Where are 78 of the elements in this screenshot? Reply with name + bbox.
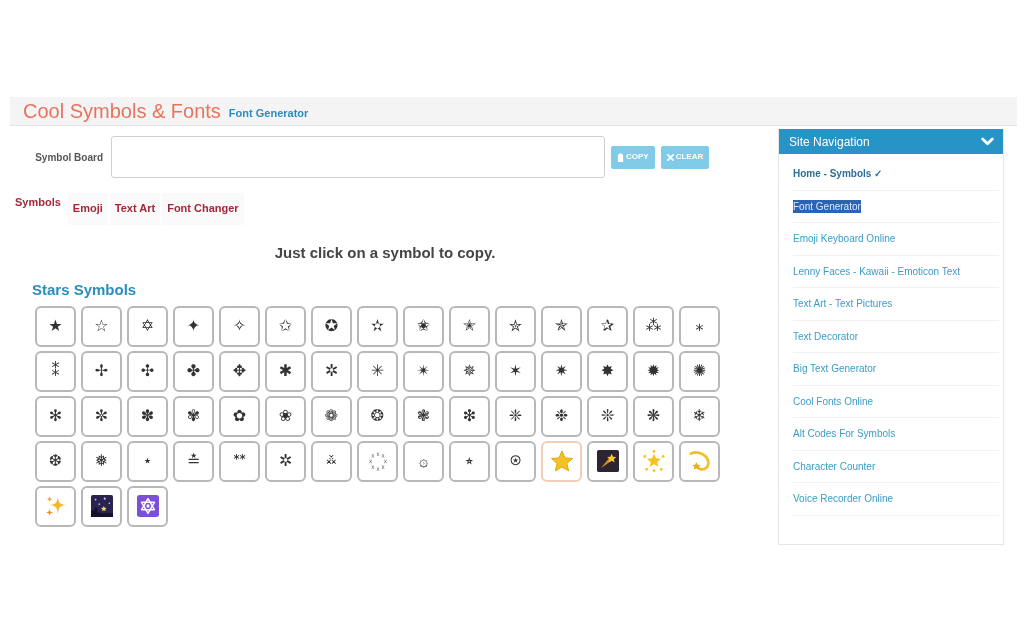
symbol-button[interactable]: ❋ <box>633 395 674 437</box>
tab[interactable]: Text Art <box>109 193 161 225</box>
symbol-button[interactable]: ✣ <box>127 350 168 392</box>
symbol-button[interactable]: ۞ <box>403 440 444 482</box>
symbol-button[interactable]: ✤ <box>173 350 214 392</box>
symbol-button[interactable]: ☆ <box>81 305 122 347</box>
symbol-button[interactable]: ✩ <box>265 305 306 347</box>
tab[interactable]: Font Changer <box>162 193 244 225</box>
clipboard-icon <box>617 152 624 162</box>
symbol-button[interactable]: ❀ <box>265 395 306 437</box>
symbol-button[interactable]: ⁂ <box>633 305 674 347</box>
swirl-star-icon <box>688 450 711 472</box>
glowing-star-icon <box>642 450 665 472</box>
symbol-button[interactable]: ❂ <box>357 395 398 437</box>
symbol-button[interactable]: ✽ <box>127 395 168 437</box>
symbol-button[interactable]: ✭ <box>449 305 490 347</box>
symbol-button[interactable]: ✮ <box>495 305 536 347</box>
symbol-button[interactable]: ✳ <box>357 350 398 392</box>
symbol-button[interactable]: ࿏ <box>311 440 352 482</box>
symbol-button[interactable]: ✱ <box>265 350 306 392</box>
symbol-button[interactable] <box>81 485 122 527</box>
symbol-button[interactable]: ❇ <box>449 395 490 437</box>
symbol-button[interactable]: ✹ <box>633 350 674 392</box>
symbol-button[interactable]: ✴ <box>403 350 444 392</box>
symbol-button[interactable]: ✰ <box>587 305 628 347</box>
nav-link[interactable]: Font Generator <box>793 199 861 213</box>
symbol-button[interactable]: ❅ <box>81 440 122 482</box>
symbol-button[interactable]: ✫ <box>357 305 398 347</box>
night-sky-icon <box>90 495 113 517</box>
symbol-button[interactable]: ✵ <box>449 350 490 392</box>
section-heading: Stars Symbols <box>32 279 138 300</box>
symbol-button[interactable]: ⭒ <box>449 440 490 482</box>
symbol-button[interactable]: ✧ <box>219 305 260 347</box>
symbol-button[interactable]: ✻ <box>35 395 76 437</box>
symbol-button[interactable]: ❊ <box>587 395 628 437</box>
symbol-button[interactable] <box>587 440 628 482</box>
instruction-text: Just click on a symbol to copy. <box>273 243 497 263</box>
symbol-button[interactable]: ⋆ <box>127 440 168 482</box>
symbol-button[interactable]: ❁ <box>311 395 352 437</box>
symbol-button[interactable]: ꙰ <box>357 440 398 482</box>
symbol-button[interactable]: ✢ <box>81 350 122 392</box>
symbol-board-field[interactable] <box>111 136 605 178</box>
sparkles-icon <box>44 495 67 517</box>
symbol-button[interactable]: ❄ <box>679 395 720 437</box>
close-icon <box>666 153 674 161</box>
sidebar-title: Site Navigation <box>789 133 870 151</box>
symbol-button[interactable]: ❉ <box>541 395 582 437</box>
symbol-button[interactable]: ✼ <box>81 395 122 437</box>
symbol-button[interactable]: ✡ <box>127 305 168 347</box>
symbol-button[interactable]: ❆ <box>35 440 76 482</box>
chevron-down-icon[interactable] <box>981 137 994 146</box>
symbol-button[interactable]: ★ <box>35 305 76 347</box>
symbol-button[interactable]: ⁑ <box>35 350 76 392</box>
symbol-button[interactable]: ✬ <box>403 305 444 347</box>
symbol-button[interactable]: ✿ <box>219 395 260 437</box>
site-title: Cool Symbols & Fonts <box>23 101 221 121</box>
symbol-button[interactable]: ✲ <box>311 350 352 392</box>
symbol-button[interactable]: ✺ <box>679 350 720 392</box>
nav-link[interactable]: Home - Symbols ✓ <box>793 167 883 181</box>
symbol-button[interactable]: ⁎ <box>679 305 720 347</box>
symbol-button[interactable]: ✷ <box>541 350 582 392</box>
star-icon <box>550 450 573 472</box>
symbol-button[interactable]: ✲ <box>265 440 306 482</box>
symbol-button[interactable]: ✶ <box>495 350 536 392</box>
symbol-button[interactable]: ❈ <box>495 395 536 437</box>
hexagram-icon <box>136 495 159 517</box>
symbol-board-label: Symbol Board <box>35 150 103 165</box>
symbol-button[interactable]: ✥ <box>219 350 260 392</box>
symbol-button[interactable]: ✸ <box>587 350 628 392</box>
symbol-button[interactable]: ⍟ <box>495 440 536 482</box>
symbol-button[interactable]: ✯ <box>541 305 582 347</box>
symbol-button[interactable]: ❃ <box>403 395 444 437</box>
symbol-button[interactable]: ✦ <box>173 305 214 347</box>
symbol-button[interactable]: ≛ <box>173 440 214 482</box>
symbol-button[interactable]: ᕯ <box>219 440 260 482</box>
tab[interactable]: Emoji <box>67 193 108 225</box>
symbol-button[interactable]: ✪ <box>311 305 352 347</box>
symbol-button[interactable]: ✾ <box>173 395 214 437</box>
